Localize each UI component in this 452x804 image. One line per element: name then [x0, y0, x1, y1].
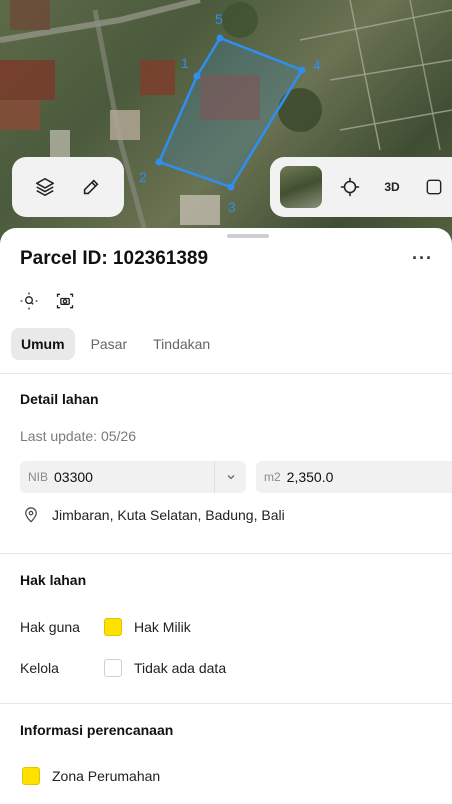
vertex-label-1: 1 — [181, 55, 189, 71]
zone-row: Zona Perumahan — [22, 767, 160, 785]
location-row: Jimbaran, Kuta Selatan, Badung, Bali — [22, 506, 285, 524]
vertex-label-4: 4 — [313, 57, 321, 73]
nib-prefix: NIB — [28, 470, 49, 484]
vertex-label-5: 5 — [215, 11, 223, 27]
location-text: Jimbaran, Kuta Selatan, Badung, Bali — [52, 507, 285, 523]
vertex-label-2: 2 — [139, 169, 147, 185]
rights-row-kelola: Kelola Tidak ada data — [20, 659, 226, 677]
rights-value: Hak Milik — [134, 619, 191, 635]
vertex-1[interactable] — [193, 72, 201, 80]
rights-label: Kelola — [20, 660, 59, 676]
detail-heading: Detail lahan — [20, 391, 99, 407]
vertex-5[interactable] — [216, 34, 224, 42]
zone-label: Zona Perumahan — [52, 768, 161, 784]
planning-heading: Informasi perencanaan — [20, 722, 174, 738]
color-swatch — [104, 659, 122, 677]
vertex-2[interactable] — [155, 158, 163, 166]
divider — [0, 553, 452, 554]
area-field[interactable]: m2 2,350.0 — [256, 461, 452, 493]
vertex-label-3: 3 — [228, 199, 236, 215]
map-view[interactable]: 1 2 3 4 5 3D — [0, 0, 452, 250]
rights-row-hak-guna: Hak guna Hak Milik — [20, 618, 191, 636]
satellite-thumbnail[interactable] — [280, 166, 322, 208]
area-value: 2,350.0 — [286, 469, 334, 485]
sheet-drag-handle[interactable] — [227, 234, 269, 238]
color-swatch — [22, 767, 40, 785]
screenshot-icon[interactable] — [54, 290, 76, 312]
more-options-button[interactable]: ··· — [412, 248, 433, 269]
tab-bar: Umum Pasar Tindakan — [11, 328, 220, 360]
draw-icon[interactable] — [71, 167, 111, 207]
fullscreen-icon[interactable] — [414, 167, 452, 207]
parcel-tools — [18, 290, 76, 312]
tab-tindakan[interactable]: Tindakan — [143, 328, 220, 360]
layers-icon[interactable] — [25, 167, 65, 207]
rights-label: Hak guna — [20, 619, 80, 635]
vertex-3[interactable] — [227, 183, 235, 191]
area-prefix: m2 — [264, 470, 281, 484]
chevron-down-icon[interactable] — [214, 461, 246, 493]
divider — [0, 373, 452, 374]
parcel-bottom-sheet: Parcel ID: 102361389 ··· Umum Pasar Tind… — [0, 228, 452, 804]
nib-value: 03300 — [54, 469, 93, 485]
map-controls-left — [12, 157, 124, 217]
page-title: Parcel ID: 102361389 — [20, 248, 209, 269]
3d-toggle-button[interactable]: 3D — [370, 167, 414, 207]
crosshair-icon[interactable] — [330, 167, 370, 207]
divider — [0, 703, 452, 704]
zoom-to-parcel-icon[interactable] — [18, 290, 40, 312]
map-controls-right: 3D — [270, 157, 452, 217]
vertex-4[interactable] — [298, 66, 306, 74]
rights-value: Tidak ada data — [134, 660, 227, 676]
nib-field[interactable]: NIB 03300 — [20, 461, 246, 493]
rights-heading: Hak lahan — [20, 572, 87, 588]
location-pin-icon — [25, 507, 37, 523]
color-swatch — [104, 618, 122, 636]
tab-umum[interactable]: Umum — [11, 328, 75, 360]
tab-pasar[interactable]: Pasar — [81, 328, 138, 360]
last-update: Last update: 05/26 — [20, 428, 136, 444]
